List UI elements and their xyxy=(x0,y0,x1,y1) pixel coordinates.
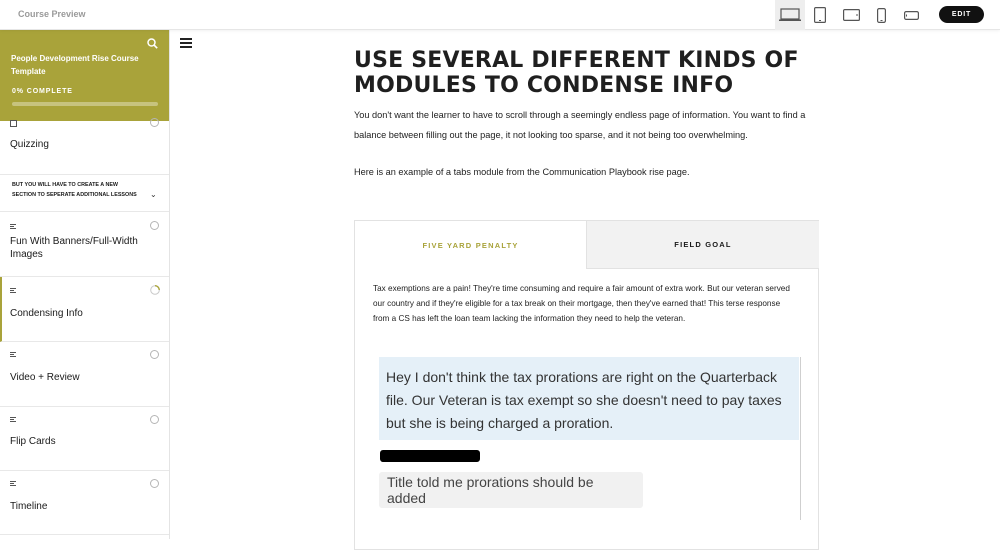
sidebar-header: People Development Rise Course Template … xyxy=(0,30,169,121)
chevron-down-icon: ⌄ xyxy=(150,190,157,199)
redacted-name xyxy=(380,450,480,462)
phone-landscape-icon xyxy=(903,10,919,20)
quiz-icon xyxy=(10,120,17,127)
tab-field-goal[interactable]: FIELD GOAL xyxy=(586,221,819,269)
tablet-portrait-preview-button[interactable] xyxy=(805,0,835,30)
search-icon[interactable] xyxy=(147,38,158,49)
course-title: People Development Rise Course Template xyxy=(11,54,139,76)
sidebar-item-label: Timeline xyxy=(10,501,48,512)
sidebar-item-video-review[interactable]: Video + Review xyxy=(0,342,169,407)
phone-portrait-icon xyxy=(876,7,886,23)
top-bar: Course Preview EDIT xyxy=(0,0,1000,30)
lesson-heading: USE SEVERAL DIFFERENT KINDS OF MODULES T… xyxy=(354,48,799,98)
lesson-content: USE SEVERAL DIFFERENT KINDS OF MODULES T… xyxy=(354,48,819,183)
section-label: BUT YOU WILL HAVE TO CREATE A NEW SECTIO… xyxy=(12,182,137,198)
sidebar-item-banners[interactable]: Fun With Banners/Full-Width Images xyxy=(0,212,169,277)
text-lesson-icon xyxy=(10,481,17,486)
lesson-status-icon xyxy=(150,479,159,488)
tabs-module: FIVE YARD PENALTY FIELD GOAL Tax exempti… xyxy=(354,220,819,550)
chat-screenshot: Hey I don't think the tax prorations are… xyxy=(379,357,801,520)
phone-landscape-preview-button[interactable] xyxy=(896,0,926,30)
lesson-status-icon xyxy=(150,350,159,359)
tab-body-text: Tax exemptions are a pain! They're time … xyxy=(373,284,790,323)
sidebar-item-label: Quizzing xyxy=(10,139,49,150)
text-lesson-icon xyxy=(10,224,17,229)
intro-paragraph: You don't want the learner to have to sc… xyxy=(354,110,806,140)
lesson-status-icon xyxy=(150,221,159,230)
progress-label: 0% COMPLETE xyxy=(12,88,73,95)
sidebar-item-label: Condensing Info xyxy=(10,308,83,319)
sidebar-item-flip-cards[interactable]: Flip Cards xyxy=(0,407,169,471)
progress-bar xyxy=(12,102,158,106)
desktop-preview-button[interactable] xyxy=(775,0,805,30)
edit-button[interactable]: EDIT xyxy=(939,6,984,23)
sidebar-item-label: Flip Cards xyxy=(10,436,56,447)
section-header[interactable]: BUT YOU WILL HAVE TO CREATE A NEW SECTIO… xyxy=(0,175,169,212)
sidebar-item-timeline[interactable]: Timeline xyxy=(0,471,169,535)
tablet-portrait-icon xyxy=(814,7,826,23)
lesson-status-icon xyxy=(150,118,159,127)
tablet-landscape-icon xyxy=(842,9,860,21)
tab-five-yard-penalty[interactable]: FIVE YARD PENALTY xyxy=(355,221,586,269)
lesson-status-icon xyxy=(150,415,159,424)
sidebar-item-quizzing[interactable]: Quizzing xyxy=(0,118,169,175)
chat-message-2: Title told me prorations should be added xyxy=(379,472,643,508)
in-progress-icon xyxy=(150,285,160,295)
sidebar-item-label: Fun With Banners/Full-Width Images xyxy=(10,236,138,260)
sidebar-item-condensing-info[interactable]: Condensing Info xyxy=(0,277,169,342)
desktop-icon xyxy=(779,8,801,21)
tablet-landscape-preview-button[interactable] xyxy=(836,0,866,30)
menu-icon[interactable] xyxy=(180,38,192,48)
phone-portrait-preview-button[interactable] xyxy=(866,0,896,30)
text-lesson-icon xyxy=(10,288,17,293)
chat-message-1: Hey I don't think the tax prorations are… xyxy=(379,357,799,440)
text-lesson-icon xyxy=(10,352,17,357)
example-paragraph: Here is an example of a tabs module from… xyxy=(354,167,690,177)
course-sidebar: People Development Rise Course Template … xyxy=(0,30,170,539)
text-lesson-icon xyxy=(10,417,17,422)
sidebar-item-label: Video + Review xyxy=(10,372,80,383)
course-preview-title: Course Preview xyxy=(18,9,86,19)
